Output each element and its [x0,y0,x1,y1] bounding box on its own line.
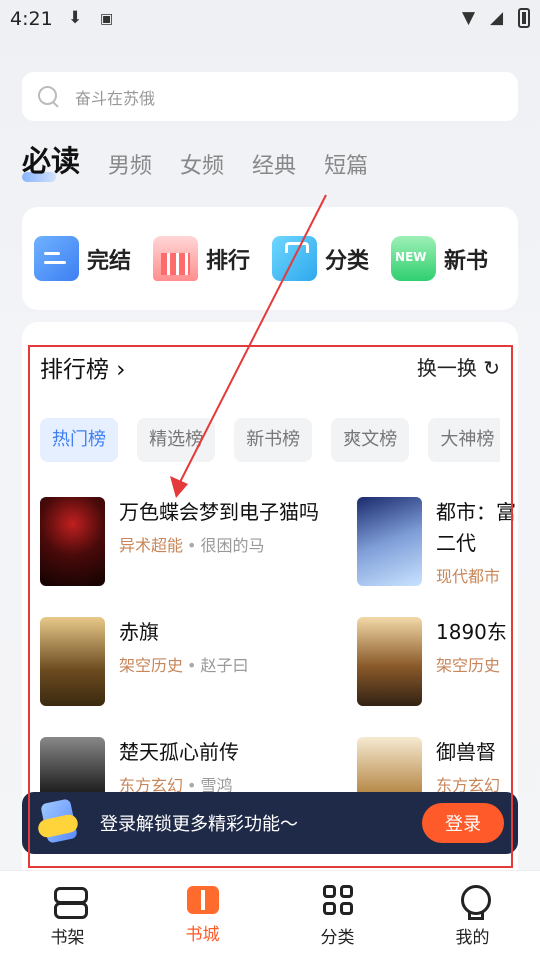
battery-icon [518,8,530,28]
book-cover [357,617,422,706]
tab-bidu[interactable]: 必读 [22,138,80,182]
login-button[interactable]: 登录 [422,803,504,843]
ranking-title[interactable]: 排行榜 › [40,350,126,384]
login-banner[interactable]: 登录解锁更多精彩功能～ 登录 [22,792,518,854]
book-item[interactable]: 都市：富二代 现代都市 [357,497,517,587]
book-cover [40,497,105,586]
bottom-navigation: 书架 书城 分类 我的 [0,870,540,960]
ranking-pills: 热门榜 精选榜 新书榜 爽文榜 大神榜 [40,418,500,462]
quick-new[interactable]: NEW 新书 [391,236,488,281]
book-title: 都市：富二代 [436,500,516,555]
book-title: 1890东 [436,620,507,644]
book-tag: 异术超能 [119,536,184,555]
quick-label: 排行 [206,248,251,274]
profile-icon [456,883,491,920]
nav-label: 书架 [50,928,85,948]
nav-bookshelf[interactable]: 书架 [0,871,135,960]
tab-classic[interactable]: 经典 [252,148,296,180]
pill-cool[interactable]: 爽文榜 [331,418,410,462]
quick-completed[interactable]: 完结 [34,236,131,281]
book-title: 御兽督 [436,740,496,764]
book-item[interactable]: 1890东 架空历史 [357,617,517,706]
download-icon: ⬇ [68,8,83,28]
book-item[interactable]: 赤旗 架空历史 • 赵子曰 [40,617,360,706]
book-tag: 现代都市 [436,567,501,586]
nav-label: 分类 [320,928,355,948]
category-tabs: 必读 男频 女频 经典 短篇 [22,136,396,182]
quick-category[interactable]: 分类 [272,236,369,281]
search-placeholder: 奋斗在苏俄 [75,88,156,108]
nav-label: 我的 [455,928,490,948]
status-bar: 4:21 ⬇ ▣ ▼ ◢ [0,0,540,40]
book-title: 赤旗 [119,620,159,644]
book-author: 赵子曰 [200,656,249,675]
pill-hot[interactable]: 热门榜 [40,418,118,462]
nav-profile[interactable]: 我的 [405,871,540,960]
quick-label: 分类 [325,248,370,274]
book-cover [357,497,422,586]
quick-label: 新书 [444,248,489,274]
nav-bookstore[interactable]: 书城 [135,871,270,960]
pill-selected[interactable]: 精选榜 [137,418,216,462]
pill-master[interactable]: 大神榜 [428,418,500,462]
signal-icon: ◢ [490,8,504,28]
completed-icon [34,236,79,281]
bookstore-icon [186,886,219,914]
book-cover [40,617,105,706]
ranking-icon [153,236,199,281]
category-bag-icon [272,236,318,281]
tab-short[interactable]: 短篇 [324,148,368,180]
book-title: 楚天孤心前传 [119,740,239,764]
new-book-icon: NEW [391,236,437,281]
search-bar[interactable]: 奋斗在苏俄 [22,72,518,121]
book-tag: 架空历史 [436,656,501,675]
book-author: 很困的马 [200,536,265,555]
quick-entry-panel: 完结 排行 分类 NEW 新书 [22,207,518,310]
grid-icon [321,883,355,917]
refresh-button[interactable]: 换一换 ↻ [417,352,500,381]
status-time: 4:21 [10,8,53,30]
nav-category[interactable]: 分类 [270,871,405,960]
phone-gift-icon [34,795,90,851]
pill-new[interactable]: 新书榜 [234,418,313,462]
keyboard-icon: ▣ [100,11,114,27]
book-tag: 架空历史 [119,656,184,675]
tab-female[interactable]: 女频 [180,148,224,180]
nav-label: 书城 [185,925,220,945]
book-item[interactable]: 万色蝶会梦到电子猫吗 异术超能 • 很困的马 [40,497,360,586]
tab-male[interactable]: 男频 [108,148,152,180]
bookshelf-icon [51,883,88,919]
search-icon [38,85,60,108]
wifi-icon: ▼ [462,8,476,28]
book-title: 万色蝶会梦到电子猫吗 [119,500,319,524]
quick-label: 完结 [87,248,132,274]
login-text: 登录解锁更多精彩功能～ [100,814,298,835]
new-badge: NEW [395,250,427,264]
quick-ranking[interactable]: 排行 [153,236,250,281]
